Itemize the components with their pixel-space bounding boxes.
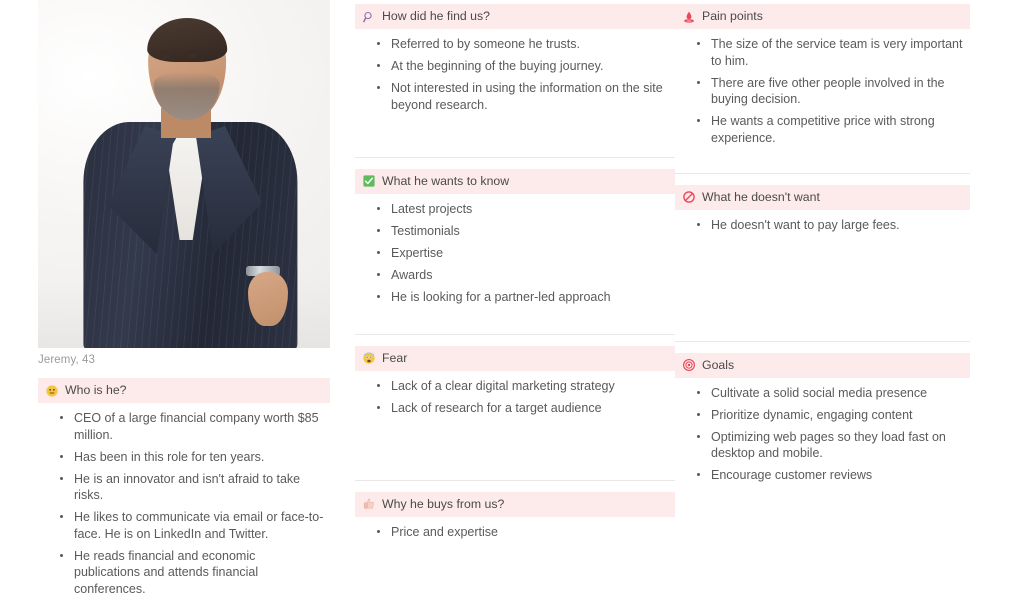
section-header-fear: Fear (355, 345, 675, 371)
list-item: Optimizing web pages so they load fast o… (697, 429, 964, 462)
section-how-did-he-find-us: How did he find us? Referred to by someo… (355, 4, 675, 121)
section-list-goals: Cultivate a solid social media presence … (675, 378, 970, 492)
section-header-what-he-doesnt-want: What he doesn't want (675, 184, 970, 210)
list-item: He likes to communicate via email or fac… (60, 509, 324, 542)
section-title: What he doesn't want (702, 189, 820, 204)
section-header-why-he-buys-from-us: Why he buys from us? (355, 491, 675, 517)
middle-column: How did he find us? Referred to by someo… (355, 0, 675, 543)
thumbs-up-icon (363, 498, 376, 510)
section-title: Who is he? (65, 383, 127, 397)
left-column: Jeremy, 43 Who is he? CEO of a large fin… (0, 0, 355, 596)
section-header-what-he-wants-to-know: What he wants to know (355, 168, 675, 194)
right-column: Pain points The size of the service team… (675, 0, 1025, 543)
list-item: He doesn't want to pay large fees. (697, 217, 964, 234)
section-header-pain-points: Pain points (675, 4, 970, 29)
photo-hand (248, 272, 288, 326)
photo-caption: Jeremy, 43 (38, 354, 96, 366)
list-item: Latest projects (377, 201, 669, 218)
list-item: He wants a competitive price with strong… (697, 113, 964, 146)
section-list-pain-points: The size of the service team is very imp… (675, 29, 970, 154)
target-icon (683, 359, 696, 371)
section-header-goals: Goals (675, 352, 970, 378)
list-item: Lack of research for a target audience (377, 400, 669, 417)
section-pain-points: Pain points The size of the service team… (675, 4, 970, 154)
green-check-icon (363, 175, 376, 187)
section-title: How did he find us? (382, 9, 491, 23)
section-title: Why he buys from us? (382, 496, 505, 511)
list-item: Has been in this role for ten years. (60, 449, 324, 466)
list-item: The size of the service team is very imp… (697, 36, 964, 69)
section-title: Fear (382, 350, 408, 365)
section-what-he-wants-to-know: What he wants to know Latest projects Te… (355, 156, 675, 313)
section-what-he-doesnt-want: What he doesn't want He doesn't want to … (675, 172, 970, 241)
photo-eye-right (188, 54, 197, 58)
persona-photo (38, 0, 330, 348)
list-item: He reads financial and economic publicat… (60, 548, 324, 598)
prohibited-icon (683, 191, 696, 203)
section-list-what-he-wants-to-know: Latest projects Testimonials Expertise A… (355, 194, 675, 313)
section-title: Pain points (702, 9, 763, 23)
list-item: Awards (377, 267, 669, 284)
section-list-who-is-he: CEO of a large financial company worth $… (38, 403, 330, 605)
fearful-face-emoji (363, 352, 376, 364)
section-list-fear: Lack of a clear digital marketing strate… (355, 371, 675, 424)
photo-background (38, 0, 330, 348)
section-who-is-he: Who is he? CEO of a large financial comp… (38, 378, 330, 605)
list-item: Prioritize dynamic, engaging content (697, 407, 964, 424)
list-item: Referred to by someone he trusts. (377, 36, 669, 53)
section-title: Goals (702, 357, 735, 372)
persona-board: Jeremy, 43 Who is he? CEO of a large fin… (0, 0, 1025, 596)
pain-icon (683, 11, 696, 23)
section-fear: Fear Lack of a clear digital marketing s… (355, 333, 675, 424)
list-item: There are five other people involved in … (697, 75, 964, 108)
list-item: CEO of a large financial company worth $… (60, 410, 324, 443)
list-item: Expertise (377, 245, 669, 262)
magnifying-glass-icon (363, 11, 376, 23)
list-item: Not interested in using the information … (377, 80, 669, 113)
list-item: He is looking for a partner-led approach (377, 289, 669, 306)
list-item: Price and expertise (377, 524, 669, 541)
list-item: Encourage customer reviews (697, 467, 964, 484)
section-list-what-he-doesnt-want: He doesn't want to pay large fees. (675, 210, 970, 241)
list-item: Lack of a clear digital marketing strate… (377, 378, 669, 395)
list-item: Cultivate a solid social media presence (697, 385, 964, 402)
section-goals: Goals Cultivate a solid social media pre… (675, 340, 970, 492)
list-item: At the beginning of the buying journey. (377, 58, 669, 75)
photo-eye-left (162, 54, 171, 58)
section-list-how-did-he-find-us: Referred to by someone he trusts. At the… (355, 29, 675, 121)
list-item: He is an innovator and isn't afraid to t… (60, 471, 324, 504)
list-item: Testimonials (377, 223, 669, 240)
section-header-who-is-he: Who is he? (38, 378, 330, 403)
section-why-he-buys-from-us: Why he buys from us? Price and expertise (355, 479, 675, 548)
neutral-face-emoji (46, 384, 59, 397)
section-header-how-did-he-find-us: How did he find us? (355, 4, 675, 29)
section-title: What he wants to know (382, 173, 510, 188)
